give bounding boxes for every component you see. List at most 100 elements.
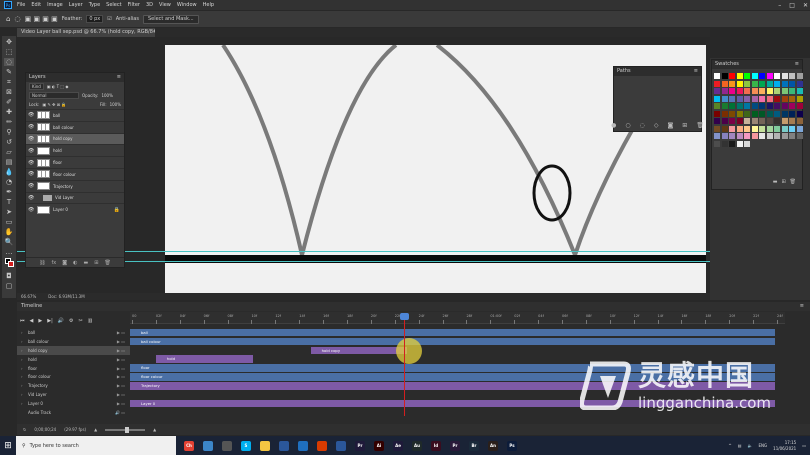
track-row[interactable]: › hold copy ▶ ▭ [17,345,130,355]
taskbar-app-icon[interactable]: Id [431,440,441,451]
color-swatch[interactable] [789,95,795,102]
new-swatch-group-icon[interactable]: ▬ [773,179,778,187]
track-options-icon[interactable]: ▶ ▭ [117,357,125,362]
color-swatch[interactable] [774,110,780,117]
color-swatch[interactable] [789,133,795,139]
timeline-clip[interactable]: ball [130,328,775,337]
transition-icon[interactable]: ▥ [88,318,93,324]
color-swatch[interactable] [789,88,795,94]
type-tool-icon[interactable]: T [4,198,14,206]
blur-tool-icon[interactable]: 💧 [4,168,14,176]
fill-path-icon[interactable]: ● [611,122,616,129]
opacity-value[interactable]: 100% [101,93,112,98]
visibility-eye-icon[interactable]: 👁 [28,207,34,213]
dodge-tool-icon[interactable]: ◔ [4,178,14,186]
pen-tool-icon[interactable]: ✒ [4,188,14,196]
frame-tool-icon[interactable]: ⊠ [4,88,14,96]
audio-icon[interactable]: 🔊 [58,318,64,324]
color-swatch[interactable] [714,125,720,132]
track-row[interactable]: › Vid Layer ▶ ▭ [17,390,130,399]
color-swatch[interactable] [721,95,728,102]
color-swatch[interactable] [721,73,728,79]
zoom-level[interactable]: 66.67% [21,294,36,299]
color-swatch[interactable] [796,73,803,79]
expand-arrow-icon[interactable]: › [21,339,25,344]
color-swatch[interactable] [766,80,773,87]
track-row[interactable]: › Trajectory ▶ ▭ [17,381,130,390]
visibility-eye-icon[interactable]: 👁 [28,160,34,166]
color-swatch[interactable] [796,118,803,124]
taskbar-app-icon[interactable]: Ai [374,440,384,451]
color-swatch[interactable] [789,118,795,124]
color-swatch[interactable] [714,95,720,102]
color-swatch[interactable] [751,95,758,102]
color-swatch[interactable] [729,140,735,147]
hand-tool-icon[interactable]: ✋ [4,228,14,236]
zoom-out-icon[interactable]: ▲ [94,427,97,432]
color-swatch[interactable] [751,80,758,87]
layer-row[interactable]: 👁 Vid Layer [26,191,124,204]
timeline-clip[interactable]: ball colour [130,337,775,346]
move-tool-icon[interactable]: ✥ [4,38,14,46]
taskbar-search-box[interactable]: ⚲ Type here to search [16,436,176,455]
color-swatch[interactable] [751,73,758,79]
color-swatch[interactable] [796,80,803,87]
taskbar-app-icon[interactable]: Br [469,440,479,451]
color-swatch[interactable] [721,103,728,109]
color-swatch[interactable] [774,133,780,139]
color-swatch[interactable] [751,125,758,132]
color-swatch[interactable] [714,73,720,79]
timeline-ruler[interactable]: 00 02f 04f 06f 08f 10f 12f 14f 16f 18f 20f 22f 24f 26… [130,312,785,324]
track-options-icon[interactable]: ▶ ▭ [117,348,125,353]
panel-menu-icon[interactable]: ≡ [117,73,121,82]
color-swatch[interactable] [729,118,735,124]
document-tab[interactable]: Video Layer ball sep.psd @ 66.7% (hold c… [17,28,155,37]
color-swatch[interactable] [744,103,750,109]
taskbar-app-icon[interactable] [336,440,346,451]
color-swatch[interactable] [744,133,750,139]
layer-row[interactable]: 👁 hold copy [26,132,124,145]
color-swatch[interactable] [729,95,735,102]
layer-kind-filter[interactable]: Kind [29,83,44,90]
swatches-panel-header[interactable]: Swatches ≡ [712,60,802,69]
timeline-zoom-slider[interactable] [105,426,146,433]
quick-mask-icon[interactable]: ◘ [4,272,14,280]
taskbar-app-icon[interactable]: An [488,440,498,451]
color-swatch[interactable] [759,103,765,109]
expand-arrow-icon[interactable]: › [21,392,25,397]
track-options-icon[interactable]: ▶ ▭ [117,330,125,335]
color-swatch[interactable] [766,73,773,79]
track-row[interactable]: › ball ▶ ▭ [17,328,130,337]
color-swatch[interactable] [789,125,795,132]
color-swatch[interactable] [714,80,720,87]
taskbar-app-icon[interactable]: Pr [450,440,460,451]
track-options-icon[interactable]: ▶ ▭ [117,383,125,388]
color-swatch[interactable] [744,80,750,87]
color-swatch[interactable] [781,103,788,109]
color-swatch[interactable] [744,88,750,94]
color-swatch[interactable] [721,140,728,147]
visibility-eye-icon[interactable]: 👁 [28,195,34,201]
menu-type[interactable]: Type [89,2,100,8]
menu-filter[interactable]: Filter [128,2,140,8]
color-swatch[interactable] [714,133,720,139]
volume-icon[interactable]: 🔈 [748,443,753,448]
color-swatch[interactable] [714,103,720,109]
make-work-path-icon[interactable]: ◇ [654,122,659,129]
color-swatch[interactable] [736,110,743,117]
clock[interactable]: 17:15 11/06/2021 [773,440,796,452]
previous-frame-icon[interactable]: ◀ [30,318,34,324]
visibility-eye-icon[interactable]: 👁 [28,171,34,177]
color-swatch[interactable] [736,73,743,79]
color-swatch[interactable] [744,125,750,132]
add-mask-icon[interactable]: ◙ [667,122,673,129]
color-swatch-icon[interactable] [4,258,14,267]
visibility-eye-icon[interactable]: 👁 [28,136,34,142]
color-swatch[interactable] [796,103,803,109]
gradient-tool-icon[interactable]: ▤ [4,158,14,166]
new-layer-icon[interactable]: ⊞ [94,260,98,266]
color-swatch[interactable] [751,103,758,109]
color-swatch[interactable] [796,133,803,139]
color-swatch[interactable] [789,73,795,79]
color-swatch[interactable] [781,73,788,79]
